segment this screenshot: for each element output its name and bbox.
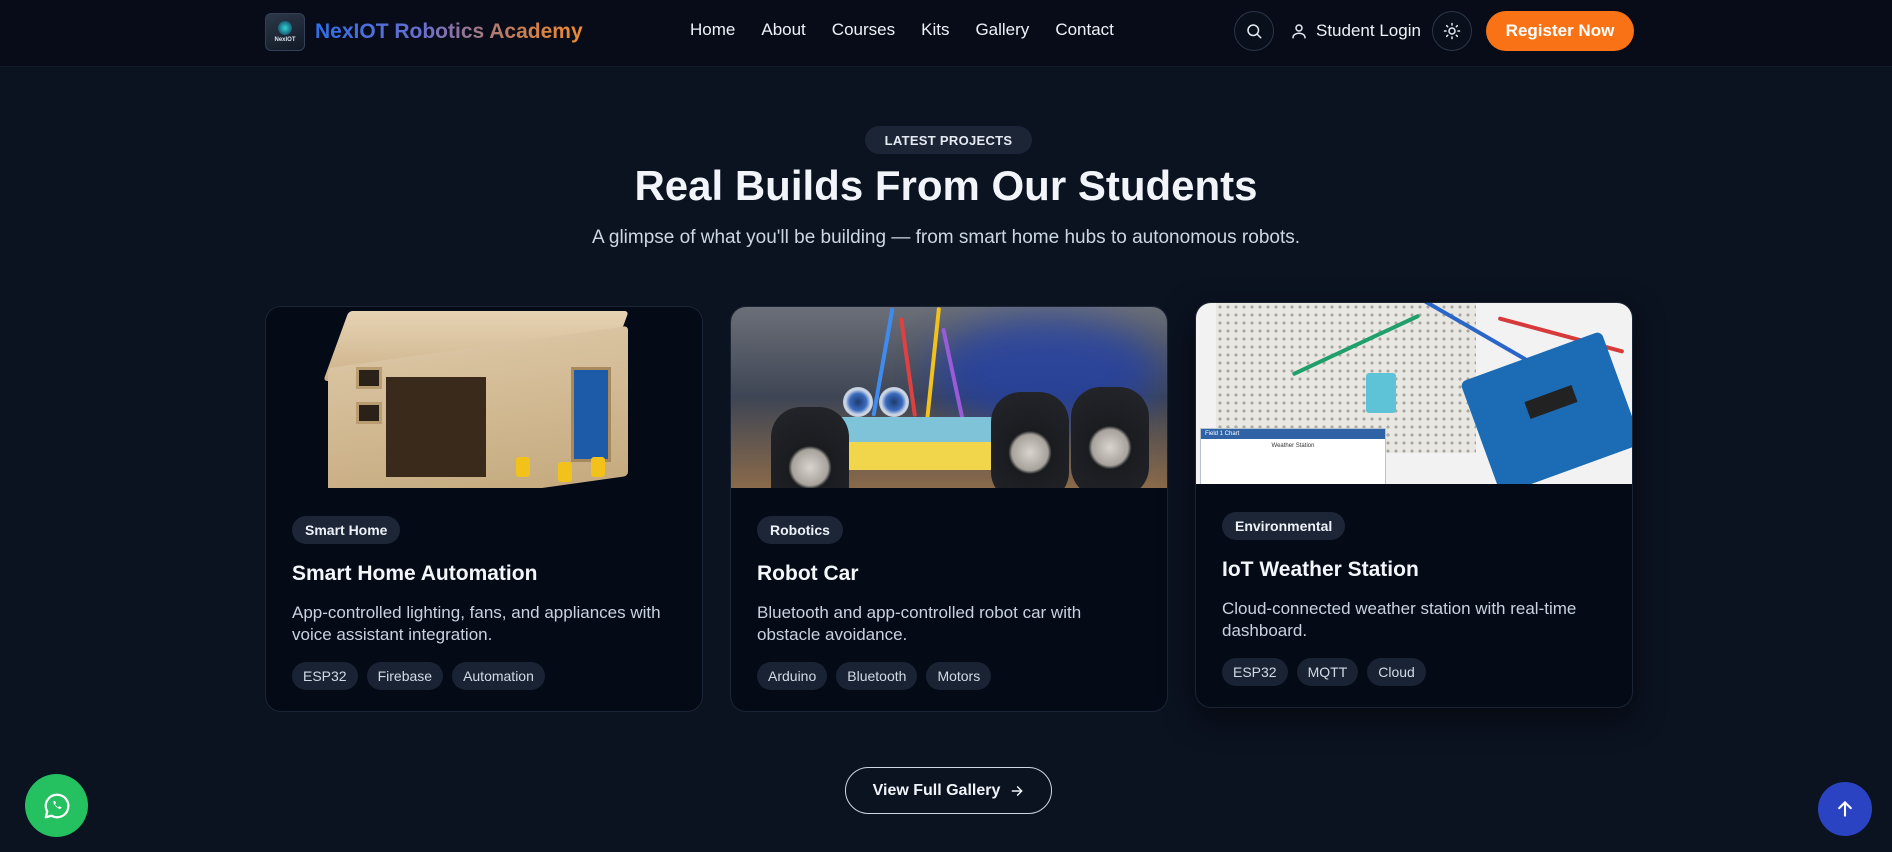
tech-chips: Arduino Bluetooth Motors [757, 662, 1141, 690]
brand-name: NexIOT Robotics Academy [315, 20, 583, 43]
arrow-up-icon [1838, 801, 1852, 817]
project-tag: Robotics [757, 516, 843, 544]
logo-text: NexIOT [274, 37, 296, 43]
whatsapp-icon [44, 793, 69, 818]
dashboard-chart-thumbnail: Field 1 Chart Weather Station [1200, 428, 1386, 484]
project-description: Cloud-connected weather station with rea… [1222, 599, 1577, 640]
section-pill: LATEST PROJECTS [865, 126, 1032, 154]
project-card-smart-home[interactable]: Smart Home Smart Home Automation App-con… [265, 306, 703, 712]
chart-head-label: Field 1 Chart [1201, 429, 1385, 439]
search-icon [1247, 24, 1262, 39]
user-icon [1292, 24, 1306, 39]
nav-link-about[interactable]: About [761, 20, 805, 40]
project-title: Smart Home Automation [292, 562, 538, 585]
chart-title-label: Weather Station [1271, 443, 1315, 449]
section-subtitle: A glimpse of what you'll be building — f… [591, 227, 1301, 248]
scroll-to-top-button[interactable] [1818, 782, 1872, 836]
project-image-robot-car [731, 307, 1167, 488]
student-login-label: Student Login [1316, 21, 1421, 40]
whatsapp-button[interactable] [25, 774, 88, 837]
project-description: Bluetooth and app-controlled robot car w… [757, 603, 1082, 644]
tech-chips: ESP32 MQTT Cloud [1222, 658, 1606, 686]
logo-orb [278, 21, 292, 35]
tech-chip: Automation [452, 662, 545, 690]
nav-link-gallery[interactable]: Gallery [975, 20, 1029, 40]
project-tag: Environmental [1222, 512, 1346, 540]
project-description: App-controlled lighting, fans, and appli… [292, 603, 661, 644]
project-card-weather-station[interactable]: Field 1 Chart Weather Station Environmen… [1195, 302, 1633, 708]
nav-link-kits[interactable]: Kits [921, 20, 949, 40]
view-full-gallery-label: View Full Gallery [872, 781, 1001, 799]
tech-chip: Motors [926, 662, 992, 690]
theme-toggle-button[interactable] [1432, 11, 1472, 51]
project-title: IoT Weather Station [1222, 558, 1419, 581]
project-image-weather-station: Field 1 Chart Weather Station [1196, 303, 1632, 484]
nav-links: Home About Courses Kits Gallery Contact [690, 20, 1140, 40]
tech-chip: Firebase [366, 662, 444, 690]
tech-chip: ESP32 [292, 662, 358, 690]
project-card-robot-car[interactable]: Robotics Robot Car Bluetooth and app-con… [730, 306, 1168, 712]
project-image-smart-home [266, 307, 702, 488]
section-title: Real Builds From Our Students [634, 162, 1258, 209]
search-button[interactable] [1234, 11, 1274, 51]
navbar: NexIOT NexIOT Robotics Academy Home Abou… [0, 0, 1892, 67]
nav-link-courses[interactable]: Courses [832, 20, 895, 40]
student-login-link[interactable]: Student Login [1290, 21, 1421, 41]
nav-link-home[interactable]: Home [690, 20, 735, 40]
brand-logo-link[interactable]: NexIOT NexIOT Robotics Academy [265, 13, 583, 51]
logo-image: NexIOT [265, 13, 305, 51]
arrow-right-icon [1010, 784, 1024, 798]
tech-chip: Arduino [757, 662, 828, 690]
view-full-gallery-button[interactable]: View Full Gallery [845, 767, 1052, 814]
project-title: Robot Car [757, 562, 859, 585]
register-now-button[interactable]: Register Now [1486, 11, 1634, 51]
tech-chips: ESP32 Firebase Automation [292, 662, 676, 690]
project-tag: Smart Home [292, 516, 401, 544]
nav-link-contact[interactable]: Contact [1055, 20, 1114, 40]
tech-chip: MQTT [1296, 658, 1359, 686]
sun-icon [1443, 22, 1461, 40]
tech-chip: ESP32 [1222, 658, 1288, 686]
tech-chip: Bluetooth [836, 662, 918, 690]
tech-chip: Cloud [1367, 658, 1426, 686]
